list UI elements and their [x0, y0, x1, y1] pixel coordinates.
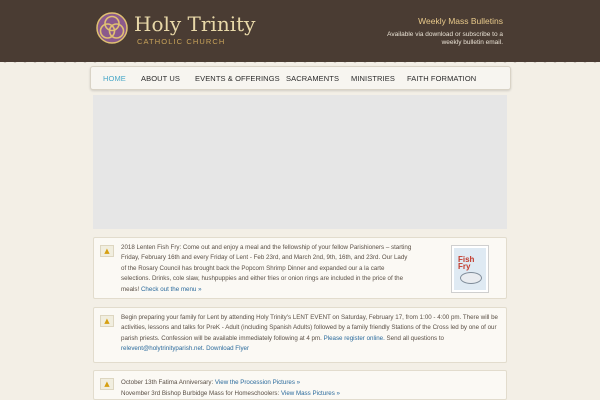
procession-pictures-link[interactable]: View the Procession Pictures » — [215, 379, 300, 386]
trinity-knot-logo-icon[interactable] — [96, 12, 128, 44]
nav-about-us[interactable]: ABOUT US — [141, 74, 180, 83]
fish-fry-thumbnail[interactable]: Fish Fry — [451, 245, 489, 293]
bulletins-description: Available via download or subscribe to a… — [387, 31, 503, 46]
register-link[interactable]: Please register online. — [324, 335, 385, 342]
thumbnail-label: Fish Fry — [458, 255, 475, 271]
nav-faith-formation[interactable]: FAITH FORMATION — [407, 74, 476, 83]
site-name[interactable]: Holy Trinity — [134, 12, 255, 36]
menu-link[interactable]: Check out the menu » — [141, 286, 202, 293]
main-nav: HOME ABOUT US EVENTS & OFFERINGS SACRAME… — [90, 66, 511, 90]
mass-pictures-link[interactable]: View Mass Pictures » — [281, 390, 340, 397]
bulletins-link[interactable]: Weekly Mass Bulletins — [418, 16, 503, 26]
nav-events-offerings[interactable]: EVENTS & OFFERINGS — [195, 74, 280, 83]
alert-icon: ▲ — [100, 245, 114, 257]
email-link[interactable]: relevent@holytrinityparish.net. — [121, 345, 204, 352]
site-subtitle: CATHOLIC CHURCH — [137, 37, 226, 46]
post-text: October 13th Fatima Anniversary: View th… — [121, 379, 340, 397]
nav-sacraments[interactable]: SACRAMENTS — [286, 74, 339, 83]
nav-ministries[interactable]: MINISTRIES — [351, 74, 395, 83]
news-post-pictures: ▲ October 13th Fatima Anniversary: View … — [93, 370, 507, 400]
download-flyer-link[interactable]: Download Flyer — [206, 345, 249, 352]
news-post-lent-event: ▲ Begin preparing your family for Lent b… — [93, 307, 507, 363]
nav-home[interactable]: HOME — [103, 74, 126, 83]
post-text: Begin preparing your family for Lent by … — [121, 314, 498, 353]
hero-slider[interactable] — [93, 95, 507, 229]
site-header — [0, 0, 600, 62]
news-post-fish-fry: ▲ 2018 Lenten Fish Fry: Come out and enj… — [93, 237, 507, 299]
alert-icon: ▲ — [100, 315, 114, 327]
fish-icon — [460, 272, 482, 284]
alert-icon: ▲ — [100, 378, 114, 390]
post-text: 2018 Lenten Fish Fry: Come out and enjoy… — [121, 244, 412, 293]
